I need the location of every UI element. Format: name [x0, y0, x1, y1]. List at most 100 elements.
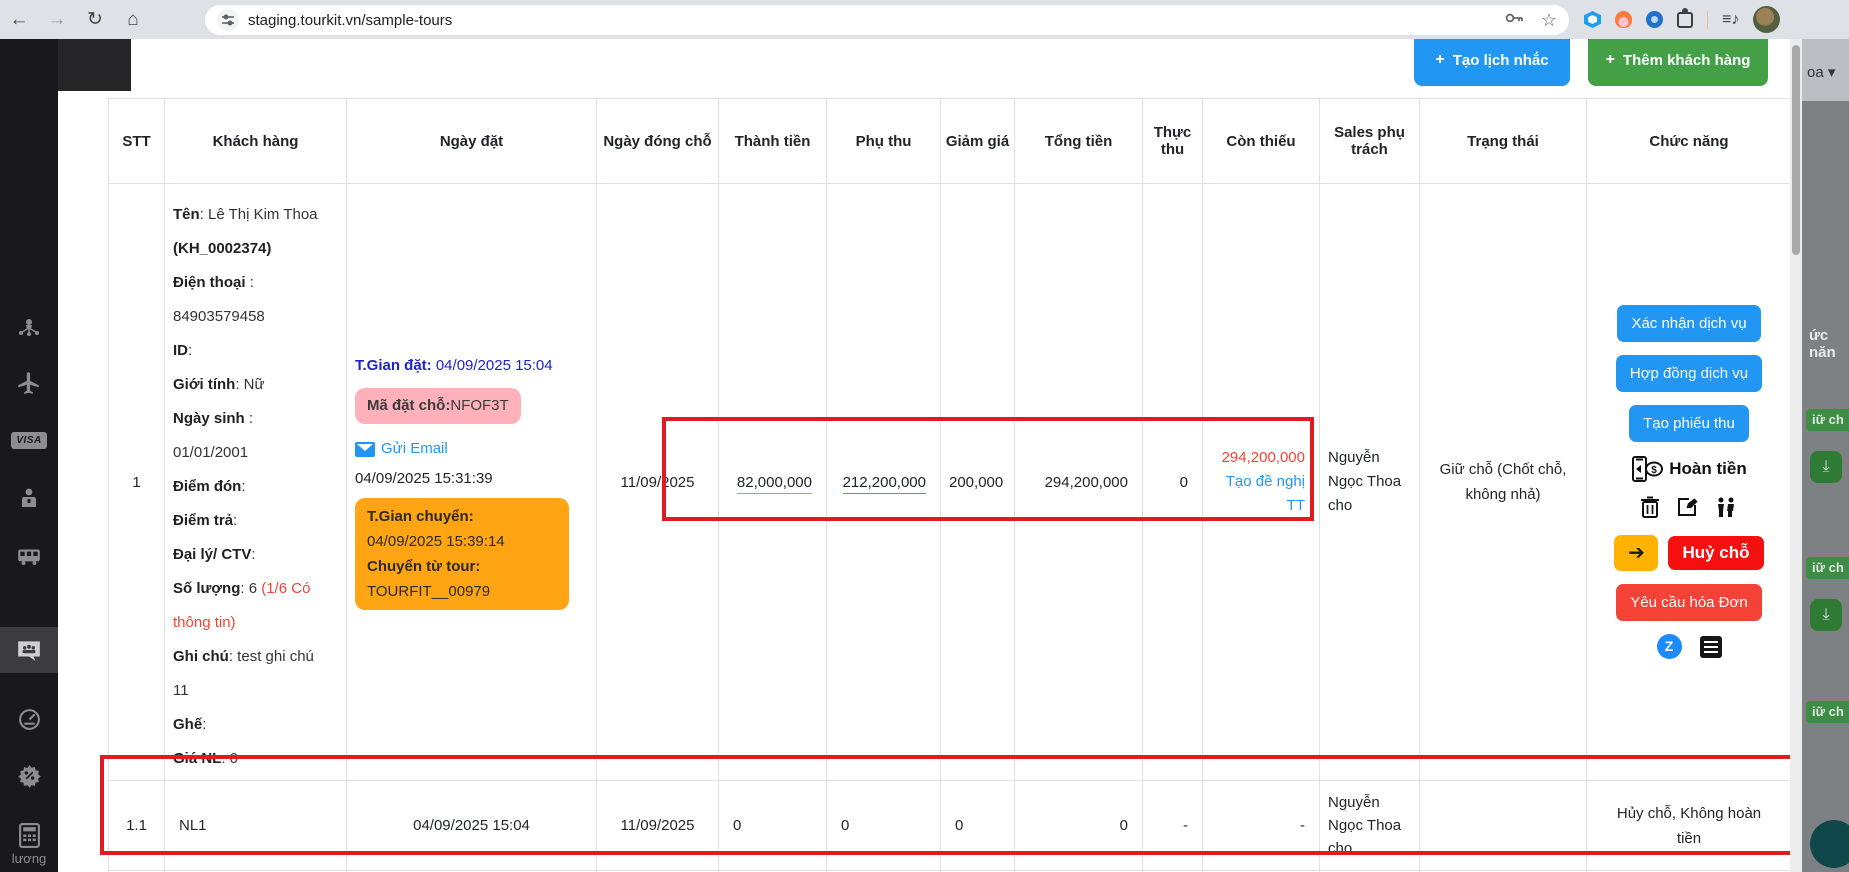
sidebar-salary-label: lương — [0, 851, 58, 866]
row11-booking-date[interactable]: 04/09/2025 15:04 — [347, 781, 597, 871]
col-header-remaining: Còn thiếu — [1203, 99, 1320, 184]
bus-icon — [16, 543, 42, 569]
row1-actions-cell: Xác nhận dịch vụ Hợp đồng dịch vụ Tạo ph… — [1587, 184, 1792, 781]
service-contract-button[interactable]: Hợp đồng dịch vụ — [1616, 355, 1762, 392]
col-header-total: Tổng tiền — [1015, 99, 1143, 184]
row11-name: NL1 — [165, 781, 347, 871]
row1-surcharge[interactable]: 212,200,000 — [827, 184, 941, 781]
calculator-icon — [18, 823, 41, 848]
customer-agency: Đại lý/ CTV: — [173, 538, 329, 572]
row1-status: Giữ chỗ (Chốt chỗ, không nhả) — [1420, 184, 1587, 781]
create-payment-request-link[interactable]: Tạo đề nghị TT — [1211, 470, 1305, 518]
refund-button[interactable]: $ Hoàn tiền — [1631, 455, 1746, 483]
row1-total: 294,200,000 — [1015, 184, 1143, 781]
bg-column-header-fragment: ức năn — [1809, 327, 1849, 361]
transfer-badge: T.Gian chuyển: 04/09/2025 15:39:14 Chuyể… — [355, 498, 569, 610]
col-header-stt: STT — [109, 99, 165, 184]
customer-dropoff: Điểm trả: — [173, 504, 329, 538]
download-icon: ⤓ — [1822, 458, 1829, 476]
row1-received: 0 — [1143, 184, 1203, 781]
sidebar-item-visa[interactable]: VISA — [0, 417, 58, 463]
row1-booking-cell: T.Gian đặt: 04/09/2025 15:04 Mã đặt chỗ:… — [347, 184, 597, 781]
address-bar[interactable]: staging.tourkit.vn/sample-tours ☆ — [205, 5, 1569, 35]
toolbar-divider — [1707, 11, 1708, 29]
tour-guide-icon — [17, 486, 41, 510]
row1-remaining-cell: 294,200,000 Tạo đề nghị TT — [1203, 184, 1320, 781]
sidebar-item-flights[interactable] — [0, 359, 58, 405]
row11-received: - — [1143, 781, 1203, 871]
sidebar-item-discount[interactable] — [0, 752, 58, 798]
row11-action-text: Hủy chỗ, Không hoàn tiền — [1587, 781, 1792, 871]
scrollbar-thumb[interactable] — [1792, 45, 1800, 255]
reload-icon[interactable]: ↻ — [76, 8, 114, 31]
site-info-icon[interactable] — [217, 9, 239, 31]
people-chat-icon — [16, 637, 42, 663]
bg-status-badge: iữ ch — [1806, 409, 1849, 431]
sidebar-item-group-chat[interactable] — [0, 627, 58, 673]
create-receipt-button[interactable]: Tạo phiếu thu — [1629, 405, 1749, 442]
browser-toolbar: ← → ↻ ⌂ staging.tourkit.vn/sample-tours … — [0, 0, 1849, 39]
row1-amount[interactable]: 82,000,000 — [719, 184, 827, 781]
tab-list-icon[interactable]: ≡♪ — [1722, 11, 1739, 29]
bookmark-star-icon[interactable]: ☆ — [1541, 10, 1557, 31]
dimmed-header-remnant — [58, 39, 131, 91]
extensions-puzzle-icon[interactable] — [1677, 12, 1693, 28]
customer-phone: Điện thoại : 84903579458 — [173, 266, 329, 334]
screen: ← → ↻ ⌂ staging.tourkit.vn/sample-tours … — [0, 0, 1849, 872]
col-header-customer: Khách hàng — [165, 99, 347, 184]
visa-icon: VISA — [11, 432, 46, 449]
passengers-icon[interactable] — [1714, 496, 1738, 522]
back-icon[interactable]: ← — [0, 9, 38, 31]
chevron-down-icon: ▾ — [1828, 64, 1836, 81]
cancel-booking-button[interactable]: Huỷ chỗ — [1668, 536, 1763, 570]
request-invoice-button[interactable]: Yêu cầu hóa Đơn — [1616, 584, 1761, 621]
remaining-amount: 294,200,000 — [1211, 446, 1305, 470]
plus-icon: + — [1435, 51, 1444, 69]
extension-flame-icon[interactable] — [1615, 11, 1632, 28]
profile-avatar[interactable] — [1753, 6, 1780, 33]
row11-total: 0 — [1015, 781, 1143, 871]
row1-discount: 200,000 — [941, 184, 1015, 781]
sidebar-item-dashboard[interactable] — [0, 696, 58, 742]
move-booking-button[interactable]: ➔ — [1614, 535, 1658, 571]
booking-subrow-1-1: 1.1 NL1 04/09/2025 15:04 11/09/2025 0 0 … — [109, 781, 1792, 871]
plus-icon: + — [1606, 51, 1615, 69]
customer-gender: Giới tính: Nữ — [173, 368, 329, 402]
chat-widget-icon[interactable] — [1810, 820, 1849, 868]
customer-note: Ghi chú: test ghi chú 11 — [173, 640, 329, 708]
download-icon: ⤓ — [1822, 606, 1829, 624]
bookings-table: STT Khách hàng Ngày đặt Ngày đóng chỗ Th… — [108, 98, 1792, 872]
forward-icon[interactable]: → — [38, 9, 76, 31]
row11-amount: 0 — [719, 781, 827, 871]
notes-icon[interactable] — [1700, 636, 1722, 658]
customer-pickup: Điểm đón: — [173, 470, 329, 504]
sidebar-item-guide[interactable] — [0, 475, 58, 521]
booking-created-datetime: 04/09/2025 15:31:39 — [355, 466, 583, 492]
customer-name: Tên: Lê Thị Kim Thoa (KH_0002374) — [173, 198, 329, 266]
password-key-icon[interactable] — [1505, 11, 1525, 29]
delete-trash-icon[interactable] — [1640, 496, 1660, 522]
col-header-amount: Thành tiền — [719, 99, 827, 184]
percent-badge-icon — [17, 763, 42, 788]
customer-dob: Ngày sinh : 01/01/2001 — [173, 402, 329, 470]
home-icon[interactable]: ⌂ — [114, 9, 152, 31]
send-email-link[interactable]: Gửi Email — [355, 436, 448, 462]
modal-scrollbar[interactable] — [1790, 39, 1802, 872]
confirm-service-button[interactable]: Xác nhận dịch vụ — [1617, 305, 1760, 342]
edit-icon[interactable] — [1676, 496, 1698, 522]
col-header-received: Thực thu — [1143, 99, 1203, 184]
row1-stt: 1 — [109, 184, 165, 781]
row11-closing-date: 11/09/2025 — [597, 781, 719, 871]
extension-shutter-icon[interactable] — [1646, 11, 1663, 28]
row11-status — [1420, 781, 1587, 871]
bg-status-badge: iữ ch — [1806, 557, 1849, 579]
zalo-icon[interactable]: Z — [1657, 634, 1682, 659]
bg-download-button: ⤓ — [1810, 599, 1842, 631]
user-menu-fragment: oa ▾ — [1807, 63, 1835, 81]
booking-time: T.Gian đặt: 04/09/2025 15:04 — [355, 354, 583, 378]
sidebar-item-network[interactable] — [0, 304, 58, 350]
url-text[interactable]: staging.tourkit.vn/sample-tours — [248, 12, 1505, 29]
sidebar-item-bus[interactable] — [0, 533, 58, 579]
extension-hexagon-icon[interactable] — [1584, 11, 1601, 28]
booking-row-1: 1 Tên: Lê Thị Kim Thoa (KH_0002374) Điện… — [109, 184, 1792, 781]
